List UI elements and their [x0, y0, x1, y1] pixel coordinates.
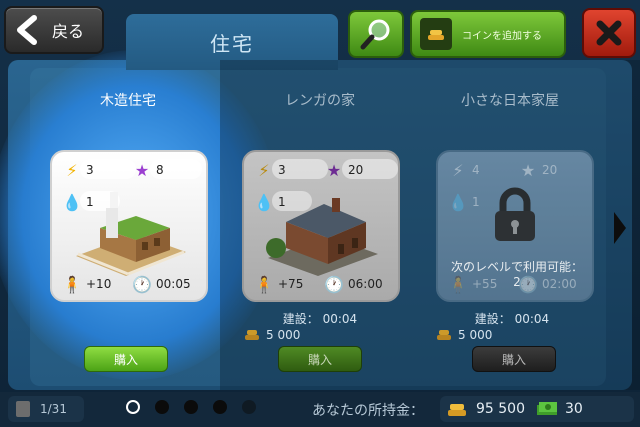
back-button-label: 戻る [52, 22, 85, 41]
page-dot[interactable] [242, 400, 256, 414]
shop-item-wooden-house: 木造住宅 [38, 90, 218, 114]
item-name: 小さな日本家屋 [461, 93, 559, 109]
buy-button-brick-house[interactable]: 購入 [278, 346, 362, 372]
item-price: 5 000 [436, 328, 492, 342]
person-icon: 🧍 [62, 274, 82, 294]
shop-item-japanese-house: 小さな日本家屋 [420, 90, 600, 114]
wealth-label: あなたの所持金： [312, 403, 424, 419]
page-dot[interactable] [126, 400, 140, 414]
item-price: 5 000 [244, 328, 300, 342]
person-icon: 🧍 [448, 274, 468, 294]
person-icon: 🧍 [254, 274, 274, 294]
document-icon [16, 401, 30, 417]
star-icon: ★ [326, 160, 342, 180]
population-stat: 🧍 +55 [448, 274, 498, 294]
cash-icon [537, 402, 557, 415]
item-name: レンガの家 [285, 93, 355, 109]
clock-icon: 🕐 [132, 274, 152, 294]
water-drop-icon: 💧 [62, 192, 82, 212]
time-stat: 🕐 02:00 [518, 274, 577, 294]
energy-stat: ⚡ 3 [254, 159, 328, 180]
shop-item-brick-house: レンガの家 [230, 90, 410, 114]
buy-button-japanese-house[interactable]: 購入 [472, 346, 556, 372]
close-button[interactable] [582, 8, 636, 58]
time-stat: 🕐 06:00 [324, 274, 383, 294]
item-card-brick-house[interactable]: ⚡ 3 ★ 20 💧 1 🧍 +75 🕐 06:00 [242, 150, 400, 302]
page-dot[interactable] [155, 400, 169, 414]
lightning-icon: ⚡ [258, 160, 270, 180]
star-icon: ★ [134, 160, 150, 180]
page-title: 住宅 [210, 31, 254, 56]
energy-stat: ⚡ 3 [62, 159, 136, 180]
item-card-wooden-house[interactable]: ⚡ 3 ★ 8 💧 1 🧍 +10 🕐 00:05 [50, 150, 208, 302]
add-coins-label: コインを追加する [462, 30, 542, 42]
time-stat: 🕐 00:05 [132, 274, 191, 294]
item-name: 木造住宅 [100, 93, 156, 109]
page-dot[interactable] [184, 400, 198, 414]
clock-icon: 🕐 [518, 274, 538, 294]
buy-button-wooden-house[interactable]: 購入 [84, 346, 168, 372]
build-time: 建設： 00:04 [474, 312, 550, 326]
page-dots [126, 400, 256, 414]
item-card-japanese-house[interactable]: ⚡ 4 ★ 20 💧 1 次のレベルで利用可能： 2 🧍 +55 🕐 02:00 [436, 150, 594, 302]
padlock-icon [495, 187, 535, 241]
page-indicator: 1/31 [8, 396, 84, 422]
build-time: 建設： 00:04 [282, 312, 358, 326]
wooden-house-image [76, 192, 186, 276]
brick-house-image [266, 198, 378, 276]
coin-stack-icon [448, 404, 466, 416]
next-page-arrow-icon[interactable] [612, 210, 628, 246]
coin-icon [437, 330, 451, 340]
page-title-tab: 住宅 [126, 14, 338, 70]
magnifier-icon [360, 19, 390, 50]
chevron-left-icon [10, 12, 44, 48]
back-button[interactable]: 戻る [4, 6, 104, 54]
clock-icon: 🕐 [324, 274, 344, 294]
star-stat: ★ 8 [132, 159, 202, 180]
search-button[interactable] [348, 10, 404, 58]
population-stat: 🧍 +75 [254, 274, 304, 294]
game-screen: 戻る 住宅 コインを追加する 木造住宅 ⚡ 3 ★ 8 💧 1 🧍 +10 🕐 … [0, 0, 640, 427]
wealth-box: 95 500 30 [440, 396, 634, 422]
population-stat: 🧍 +10 [62, 274, 112, 294]
water-drop-icon: 💧 [254, 192, 274, 212]
star-stat: ★ 20 [324, 159, 398, 180]
coin-stack-icon [420, 18, 452, 50]
add-coins-button[interactable]: コインを追加する [410, 10, 566, 58]
page-dot[interactable] [213, 400, 227, 414]
cash-balance: 30 [565, 401, 583, 417]
footer-bar: 1/31 あなたの所持金： 95 500 30 [0, 392, 640, 427]
coin-icon [245, 330, 259, 340]
lightning-icon: ⚡ [66, 160, 78, 180]
close-icon [596, 20, 622, 46]
coin-balance: 95 500 [476, 401, 525, 417]
